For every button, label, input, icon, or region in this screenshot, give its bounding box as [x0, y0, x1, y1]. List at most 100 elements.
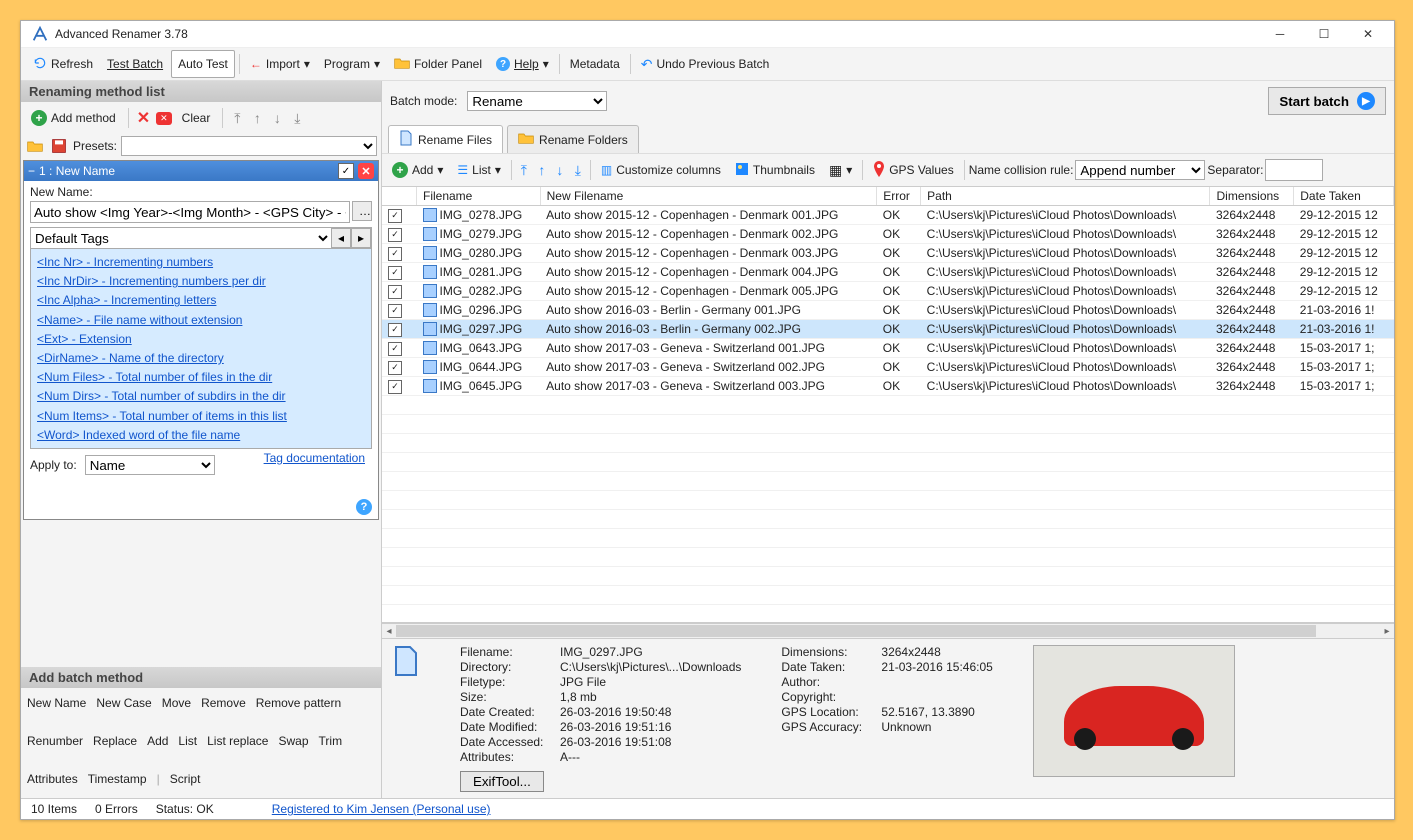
table-row[interactable]: ✓IMG_0297.JPGAuto show 2016-03 - Berlin … — [382, 320, 1394, 339]
column-header[interactable]: Path — [921, 187, 1210, 206]
presets-select[interactable] — [121, 136, 377, 156]
add-batch-new-name[interactable]: New Name — [27, 696, 86, 710]
move-up-button[interactable]: ↑ — [249, 110, 265, 126]
tag-group-select[interactable]: Default Tags — [31, 228, 331, 248]
add-batch-timestamp[interactable]: Timestamp — [88, 772, 147, 786]
folder-panel-button[interactable]: Folder Panel — [388, 51, 488, 77]
add-batch-move[interactable]: Move — [162, 696, 191, 710]
batch-mode-select[interactable]: Rename — [467, 91, 607, 111]
import-button[interactable]: ← Import▾ — [244, 51, 316, 77]
row-checkbox[interactable]: ✓ — [388, 266, 402, 280]
add-batch-renumber[interactable]: Renumber — [27, 734, 83, 748]
program-button[interactable]: Program▾ — [318, 51, 386, 77]
separator-input[interactable] — [1265, 159, 1323, 181]
table-row[interactable]: ✓IMG_0644.JPGAuto show 2017-03 - Geneva … — [382, 358, 1394, 377]
sort-top-button[interactable]: ⤒ — [516, 162, 532, 178]
row-checkbox[interactable]: ✓ — [388, 209, 402, 223]
add-batch-list[interactable]: List — [178, 734, 197, 748]
tag-link[interactable]: <Word> Indexed word of the file name — [37, 426, 365, 445]
column-header[interactable]: New Filename — [540, 187, 877, 206]
clear-badge-icon[interactable]: ✕ — [156, 112, 172, 125]
minimize-button[interactable]: ─ — [1258, 22, 1302, 46]
table-row[interactable]: ✓IMG_0278.JPGAuto show 2015-12 - Copenha… — [382, 206, 1394, 225]
table-row[interactable]: ✓IMG_0645.JPGAuto show 2017-03 - Geneva … — [382, 377, 1394, 396]
maximize-button[interactable]: ☐ — [1302, 22, 1346, 46]
table-row[interactable]: ✓IMG_0296.JPGAuto show 2016-03 - Berlin … — [382, 301, 1394, 320]
row-checkbox[interactable]: ✓ — [388, 380, 402, 394]
tag-link[interactable]: <Inc NrDir> - Incrementing numbers per d… — [37, 272, 365, 291]
sort-up-button[interactable]: ↑ — [534, 162, 550, 178]
tab-rename-files[interactable]: Rename Files — [388, 125, 503, 153]
list-view-button[interactable]: ☰List▾ — [451, 157, 506, 183]
add-batch-swap[interactable]: Swap — [278, 734, 308, 748]
open-preset-button[interactable] — [25, 137, 45, 155]
thumbnails-button[interactable]: Thumbnails — [729, 157, 821, 183]
row-checkbox[interactable]: ✓ — [388, 342, 402, 356]
exiftool-button[interactable]: ExifTool... — [460, 771, 544, 792]
add-batch-add[interactable]: Add — [147, 734, 168, 748]
column-header[interactable]: Filename — [417, 187, 541, 206]
move-down-button[interactable]: ↓ — [269, 110, 285, 126]
metadata-button[interactable]: Metadata — [564, 51, 626, 77]
registration-link[interactable]: Registered to Kim Jensen (Personal use) — [272, 802, 491, 816]
row-checkbox[interactable]: ✓ — [388, 304, 402, 318]
row-checkbox[interactable]: ✓ — [388, 361, 402, 375]
collision-select[interactable]: Append number — [1075, 160, 1205, 180]
horizontal-scrollbar[interactable]: ◂▸ — [382, 623, 1394, 638]
row-checkbox[interactable]: ✓ — [388, 285, 402, 299]
tag-prev-button[interactable]: ◂ — [331, 228, 351, 248]
row-checkbox[interactable]: ✓ — [388, 247, 402, 261]
method-enabled-checkbox[interactable]: ✓ — [338, 163, 354, 179]
tag-documentation-link[interactable]: Tag documentation — [264, 451, 365, 465]
add-files-button[interactable]: +Add▾ — [386, 157, 449, 183]
tag-link[interactable]: <Num Files> - Total number of files in t… — [37, 368, 365, 387]
row-checkbox[interactable]: ✓ — [388, 228, 402, 242]
clear-button[interactable]: Clear — [176, 105, 217, 131]
tag-link[interactable]: <Ext> - Extension — [37, 330, 365, 349]
column-header[interactable]: Date Taken — [1294, 187, 1394, 206]
method-collapse-icon[interactable]: − — [28, 164, 35, 178]
apply-to-select[interactable]: Name — [85, 455, 215, 475]
tag-link[interactable]: <Inc Nr> - Incrementing numbers — [37, 253, 365, 272]
add-batch-remove[interactable]: Remove — [201, 696, 246, 710]
file-table[interactable]: FilenameNew FilenameErrorPathDimensionsD… — [382, 187, 1394, 623]
table-row[interactable]: ✓IMG_0643.JPGAuto show 2017-03 - Geneva … — [382, 339, 1394, 358]
method-help-icon[interactable]: ? — [356, 499, 372, 515]
table-row[interactable]: ✓IMG_0279.JPGAuto show 2015-12 - Copenha… — [382, 225, 1394, 244]
add-method-button[interactable]: + Add method — [25, 105, 122, 131]
add-batch-script[interactable]: Script — [170, 772, 201, 786]
save-preset-button[interactable] — [49, 137, 69, 155]
add-batch-trim[interactable]: Trim — [319, 734, 343, 748]
refresh-button[interactable]: Refresh — [27, 51, 99, 77]
start-batch-button[interactable]: Start batch ▶ — [1268, 87, 1386, 115]
sort-bottom-button[interactable]: ⤓ — [570, 162, 586, 178]
tab-rename-folders[interactable]: Rename Folders — [507, 125, 639, 153]
move-bottom-button[interactable]: ⤓ — [289, 110, 305, 126]
sort-down-button[interactable]: ↓ — [552, 162, 568, 178]
tag-link[interactable]: <Num Dirs> - Total number of subdirs in … — [37, 387, 365, 406]
table-row[interactable]: ✓IMG_0282.JPGAuto show 2015-12 - Copenha… — [382, 282, 1394, 301]
help-button[interactable]: ? Help▾ — [490, 51, 555, 77]
move-top-button[interactable]: ⤒ — [229, 110, 245, 126]
table-row[interactable]: ✓IMG_0280.JPGAuto show 2015-12 - Copenha… — [382, 244, 1394, 263]
auto-test-button[interactable]: Auto Test — [171, 50, 235, 78]
column-header[interactable]: Error — [877, 187, 921, 206]
customize-columns-button[interactable]: ▥Customize columns — [595, 157, 727, 183]
undo-button[interactable]: ↶ Undo Previous Batch — [635, 51, 775, 77]
new-name-browse-button[interactable]: … — [352, 201, 372, 221]
add-batch-list-replace[interactable]: List replace — [207, 734, 268, 748]
delete-icon[interactable]: ✕ — [135, 108, 152, 128]
add-batch-replace[interactable]: Replace — [93, 734, 137, 748]
add-batch-attributes[interactable]: Attributes — [27, 772, 78, 786]
new-name-input[interactable] — [30, 201, 350, 223]
method-delete-button[interactable]: ✕ — [358, 163, 374, 179]
close-button[interactable]: ✕ — [1346, 22, 1390, 46]
tag-link[interactable]: <Num Items> - Total number of items in t… — [37, 407, 365, 426]
test-batch-button[interactable]: Test Batch — [101, 51, 169, 77]
tag-next-button[interactable]: ▸ — [351, 228, 371, 248]
tag-link[interactable]: <DirName> - Name of the directory — [37, 349, 365, 368]
row-checkbox[interactable]: ✓ — [388, 323, 402, 337]
table-row[interactable]: ✓IMG_0281.JPGAuto show 2015-12 - Copenha… — [382, 263, 1394, 282]
column-header[interactable]: Dimensions — [1210, 187, 1294, 206]
grid-options-button[interactable]: ▦▾ — [823, 157, 858, 183]
